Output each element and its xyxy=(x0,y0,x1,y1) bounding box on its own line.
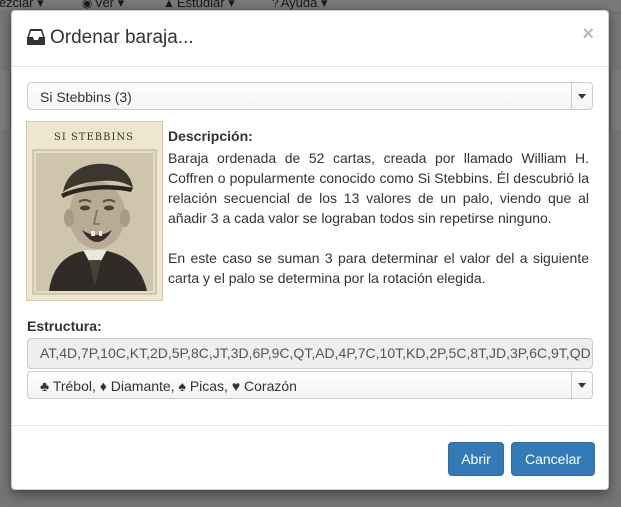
portrait-image: SI STEBBINS xyxy=(27,122,162,300)
si-stebbins-portrait: SI STEBBINS xyxy=(26,121,163,301)
deck-select-value: Si Stebbins (3) xyxy=(40,89,132,105)
structure-field[interactable]: AT,4D,7P,10C,KT,2D,5P,8C,JT,3D,6P,9C,QT,… xyxy=(27,338,593,369)
rotation-select-value: ♣ Trébol, ♦ Diamante, ♠ Picas, ♥ Corazón xyxy=(40,378,297,394)
description-paragraph: En este caso se suman 3 para determinar … xyxy=(168,250,589,286)
structure-value: AT,4D,7P,10C,KT,2D,5P,8C,JT,3D,6P,9C,QT,… xyxy=(40,345,593,361)
caret-down-icon xyxy=(578,383,586,388)
cancel-button[interactable]: Cancelar xyxy=(511,442,595,476)
rotation-select[interactable]: ♣ Trébol, ♦ Diamante, ♠ Picas, ♥ Corazón xyxy=(27,371,593,399)
close-button[interactable]: × xyxy=(582,23,594,45)
portrait-caption: SI STEBBINS xyxy=(54,132,134,143)
open-button[interactable]: Abrir xyxy=(448,442,504,476)
description-text: Baraja ordenada de 52 cartas, creada por… xyxy=(168,148,589,288)
dialog-footer: Abrir Cancelar xyxy=(12,425,608,490)
deck-select-toggle[interactable] xyxy=(571,83,592,109)
dialog-title: Ordenar baraja... xyxy=(50,27,194,48)
structure-label: Estructura: xyxy=(27,318,102,334)
description-paragraph: Baraja ordenada de 52 cartas, creada por… xyxy=(168,150,589,226)
inbox-icon xyxy=(27,29,45,45)
deck-select[interactable]: Si Stebbins (3) xyxy=(27,82,593,110)
dialog-header: Ordenar baraja... × xyxy=(12,11,608,67)
sort-deck-dialog: Ordenar baraja... × Si Stebbins (3) SI S… xyxy=(11,10,609,490)
caret-down-icon xyxy=(578,94,586,99)
rotation-select-toggle[interactable] xyxy=(571,372,592,398)
description-label: Descripción: xyxy=(168,128,253,144)
